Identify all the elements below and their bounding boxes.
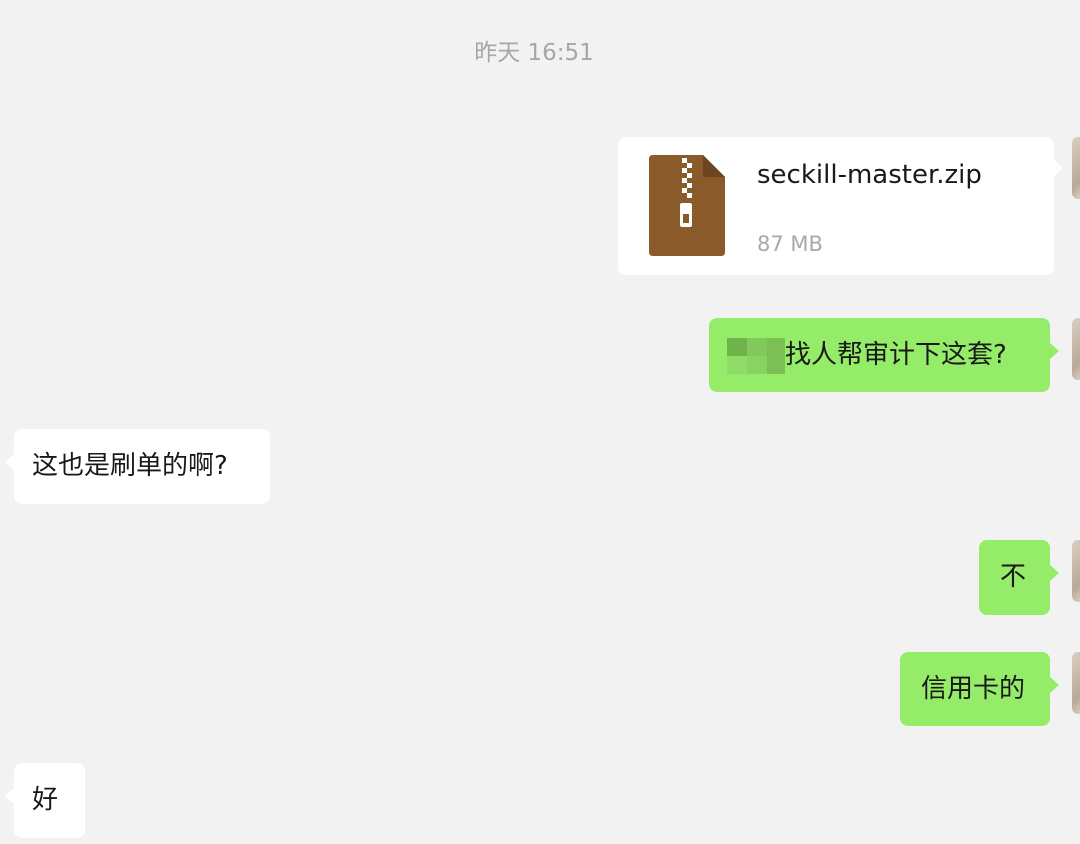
message-bubble-outgoing[interactable]: 找人帮审计下这套? xyxy=(709,318,1059,392)
message-text: 不 xyxy=(1000,562,1027,592)
message-text: 信用卡的 xyxy=(921,674,1026,704)
message-text: 这也是刷单的啊? xyxy=(32,451,228,481)
message-bubble-outgoing[interactable]: 不 xyxy=(979,540,1059,615)
message-bubble-incoming[interactable]: 这也是刷单的啊? xyxy=(5,429,270,504)
message-text: 好 xyxy=(32,785,59,815)
avatar-self[interactable] xyxy=(1072,540,1080,602)
message-text: 找人帮审计下这套? xyxy=(785,340,1007,370)
redacted-mention xyxy=(727,337,787,374)
avatar-self[interactable] xyxy=(1072,652,1080,714)
avatar-self[interactable] xyxy=(1072,318,1080,380)
avatar-self[interactable] xyxy=(1072,137,1080,199)
file-size: 87 MB xyxy=(757,232,823,256)
file-name: seckill-master.zip xyxy=(757,160,982,190)
message-timestamp: 昨天 16:51 xyxy=(474,40,594,66)
message-bubble-incoming[interactable]: 好 xyxy=(5,763,85,838)
zip-archive-icon xyxy=(649,155,725,256)
message-bubble-outgoing[interactable]: 信用卡的 xyxy=(900,652,1059,726)
file-message-card[interactable]: seckill-master.zip 87 MB xyxy=(618,137,1063,275)
